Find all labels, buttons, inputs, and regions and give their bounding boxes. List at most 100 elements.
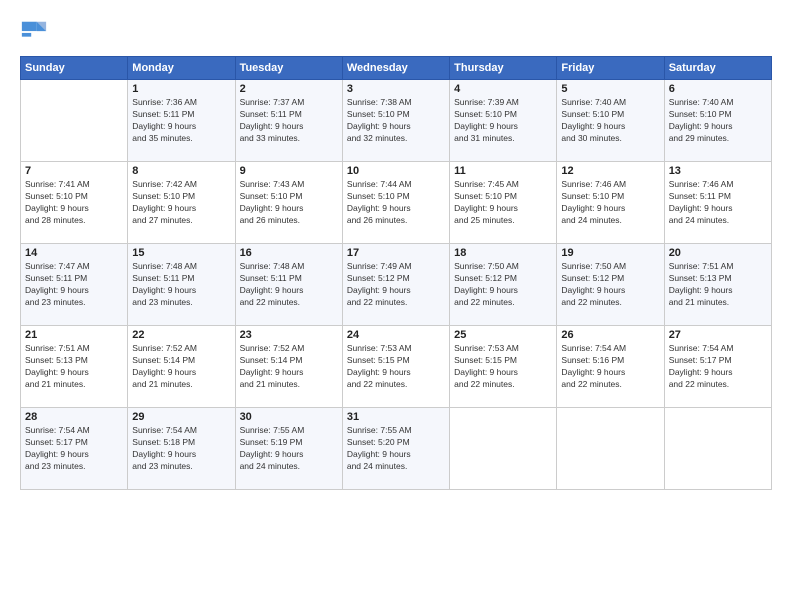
weekday-header-saturday: Saturday — [664, 57, 771, 80]
day-number: 23 — [240, 329, 338, 341]
day-info: Sunrise: 7:36 AM Sunset: 5:11 PM Dayligh… — [132, 97, 230, 145]
day-number: 19 — [561, 247, 659, 259]
calendar-cell: 26Sunrise: 7:54 AM Sunset: 5:16 PM Dayli… — [557, 326, 664, 408]
calendar-cell: 27 Sunrise: 7:54 AM Sunset: 5:17 PM Dayli… — [664, 326, 771, 408]
day-info: Sunrise: 7:48 AM Sunset: 5:11 PM Dayligh… — [132, 261, 230, 309]
day-number: 12 — [561, 165, 659, 177]
day-info: Sunrise: 7:51 AM Sunset: 5:13 PM Dayligh… — [25, 343, 123, 391]
day-number: 16 — [240, 247, 338, 259]
day-info: Sunrise: 7:45 AM Sunset: 5:10 PM Dayligh… — [454, 179, 552, 227]
day-info: Sunrise: 7:54 AM Sunset: 5:18 PM Dayligh… — [132, 425, 230, 473]
calendar-cell: 29 Sunrise: 7:54 AM Sunset: 5:18 PM Dayli… — [128, 408, 235, 490]
calendar-week-1: 7 Sunrise: 7:41 AM Sunset: 5:10 PM Daylig… — [21, 162, 772, 244]
day-number: 7 — [25, 165, 123, 177]
day-info: Sunrise: 7:48 AM Sunset: 5:11 PM Dayligh… — [240, 261, 338, 309]
weekday-header-monday: Monday — [128, 57, 235, 80]
day-info: Sunrise: 7:55 AM Sunset: 5:19 PM Dayligh… — [240, 425, 338, 473]
day-info: Sunrise: 7:53 AM Sunset: 5:15 PM Dayligh… — [347, 343, 445, 391]
day-info: Sunrise: 7:46 AM Sunset: 5:11 PM Dayligh… — [669, 179, 767, 227]
day-number: 31 — [347, 411, 445, 423]
calendar-cell — [21, 80, 128, 162]
day-info: Sunrise: 7:54 AM Sunset: 5:16 PM Dayligh… — [561, 343, 659, 391]
calendar-cell: 4Sunrise: 7:39 AM Sunset: 5:10 PM Daylig… — [450, 80, 557, 162]
calendar-cell: 2 Sunrise: 7:37 AM Sunset: 5:11 PM Daylig… — [235, 80, 342, 162]
weekday-header-sunday: Sunday — [21, 57, 128, 80]
day-info: Sunrise: 7:38 AM Sunset: 5:10 PM Dayligh… — [347, 97, 445, 145]
calendar-cell: 21 Sunrise: 7:51 AM Sunset: 5:13 PM Dayli… — [21, 326, 128, 408]
calendar-cell: 25Sunrise: 7:53 AM Sunset: 5:15 PM Dayli… — [450, 326, 557, 408]
calendar-cell: 12 Sunrise: 7:46 AM Sunset: 5:10 PM Dayli… — [557, 162, 664, 244]
day-info: Sunrise: 7:49 AM Sunset: 5:12 PM Dayligh… — [347, 261, 445, 309]
calendar-cell: 23 Sunrise: 7:52 AM Sunset: 5:14 PM Dayli… — [235, 326, 342, 408]
calendar-cell: 10 Sunrise: 7:44 AM Sunset: 5:10 PM Dayli… — [342, 162, 449, 244]
calendar-body: 1 Sunrise: 7:36 AM Sunset: 5:11 PM Daylig… — [21, 80, 772, 490]
day-number: 5 — [561, 83, 659, 95]
day-number: 18 — [454, 247, 552, 259]
weekday-header-tuesday: Tuesday — [235, 57, 342, 80]
day-info: Sunrise: 7:51 AM Sunset: 5:13 PM Dayligh… — [669, 261, 767, 309]
calendar-cell: 17Sunrise: 7:49 AM Sunset: 5:12 PM Dayli… — [342, 244, 449, 326]
day-number: 27 — [669, 329, 767, 341]
calendar-cell: 15 Sunrise: 7:48 AM Sunset: 5:11 PM Dayli… — [128, 244, 235, 326]
calendar-cell: 22 Sunrise: 7:52 AM Sunset: 5:14 PM Dayli… — [128, 326, 235, 408]
day-info: Sunrise: 7:41 AM Sunset: 5:10 PM Dayligh… — [25, 179, 123, 227]
logo — [20, 18, 52, 46]
day-number: 15 — [132, 247, 230, 259]
day-number: 4 — [454, 83, 552, 95]
weekday-header-friday: Friday — [557, 57, 664, 80]
weekday-row: SundayMondayTuesdayWednesdayThursdayFrid… — [21, 57, 772, 80]
calendar-cell: 3Sunrise: 7:38 AM Sunset: 5:10 PM Daylig… — [342, 80, 449, 162]
calendar-cell: 20Sunrise: 7:51 AM Sunset: 5:13 PM Dayli… — [664, 244, 771, 326]
day-info: Sunrise: 7:54 AM Sunset: 5:17 PM Dayligh… — [25, 425, 123, 473]
day-info: Sunrise: 7:40 AM Sunset: 5:10 PM Dayligh… — [561, 97, 659, 145]
calendar-cell: 6Sunrise: 7:40 AM Sunset: 5:10 PM Daylig… — [664, 80, 771, 162]
calendar-cell: 7 Sunrise: 7:41 AM Sunset: 5:10 PM Daylig… — [21, 162, 128, 244]
calendar-week-0: 1 Sunrise: 7:36 AM Sunset: 5:11 PM Daylig… — [21, 80, 772, 162]
calendar-week-4: 28 Sunrise: 7:54 AM Sunset: 5:17 PM Dayli… — [21, 408, 772, 490]
calendar-cell — [450, 408, 557, 490]
calendar-cell: 30 Sunrise: 7:55 AM Sunset: 5:19 PM Dayli… — [235, 408, 342, 490]
day-info: Sunrise: 7:47 AM Sunset: 5:11 PM Dayligh… — [25, 261, 123, 309]
day-info: Sunrise: 7:40 AM Sunset: 5:10 PM Dayligh… — [669, 97, 767, 145]
day-info: Sunrise: 7:50 AM Sunset: 5:12 PM Dayligh… — [454, 261, 552, 309]
calendar-cell: 19 Sunrise: 7:50 AM Sunset: 5:12 PM Dayli… — [557, 244, 664, 326]
day-number: 30 — [240, 411, 338, 423]
page: SundayMondayTuesdayWednesdayThursdayFrid… — [0, 0, 792, 612]
calendar-cell: 24 Sunrise: 7:53 AM Sunset: 5:15 PM Dayli… — [342, 326, 449, 408]
day-info: Sunrise: 7:46 AM Sunset: 5:10 PM Dayligh… — [561, 179, 659, 227]
day-info: Sunrise: 7:52 AM Sunset: 5:14 PM Dayligh… — [240, 343, 338, 391]
calendar-cell: 18 Sunrise: 7:50 AM Sunset: 5:12 PM Dayli… — [450, 244, 557, 326]
day-number: 21 — [25, 329, 123, 341]
day-number: 9 — [240, 165, 338, 177]
logo-icon — [20, 18, 48, 46]
day-number: 11 — [454, 165, 552, 177]
calendar-cell: 28 Sunrise: 7:54 AM Sunset: 5:17 PM Dayli… — [21, 408, 128, 490]
calendar-cell: 9Sunrise: 7:43 AM Sunset: 5:10 PM Daylig… — [235, 162, 342, 244]
day-info: Sunrise: 7:44 AM Sunset: 5:10 PM Dayligh… — [347, 179, 445, 227]
calendar-cell: 5 Sunrise: 7:40 AM Sunset: 5:10 PM Daylig… — [557, 80, 664, 162]
calendar-cell: 31 Sunrise: 7:55 AM Sunset: 5:20 PM Dayli… — [342, 408, 449, 490]
day-number: 28 — [25, 411, 123, 423]
day-number: 10 — [347, 165, 445, 177]
day-number: 29 — [132, 411, 230, 423]
calendar-week-2: 14Sunrise: 7:47 AM Sunset: 5:11 PM Dayli… — [21, 244, 772, 326]
calendar-week-3: 21 Sunrise: 7:51 AM Sunset: 5:13 PM Dayli… — [21, 326, 772, 408]
day-number: 8 — [132, 165, 230, 177]
day-info: Sunrise: 7:54 AM Sunset: 5:17 PM Dayligh… — [669, 343, 767, 391]
day-info: Sunrise: 7:52 AM Sunset: 5:14 PM Dayligh… — [132, 343, 230, 391]
header — [20, 18, 772, 46]
day-info: Sunrise: 7:42 AM Sunset: 5:10 PM Dayligh… — [132, 179, 230, 227]
calendar-cell: 11 Sunrise: 7:45 AM Sunset: 5:10 PM Dayli… — [450, 162, 557, 244]
day-number: 22 — [132, 329, 230, 341]
day-info: Sunrise: 7:55 AM Sunset: 5:20 PM Dayligh… — [347, 425, 445, 473]
calendar-cell: 13Sunrise: 7:46 AM Sunset: 5:11 PM Dayli… — [664, 162, 771, 244]
day-number: 25 — [454, 329, 552, 341]
calendar-cell — [557, 408, 664, 490]
calendar-cell: 16 Sunrise: 7:48 AM Sunset: 5:11 PM Dayli… — [235, 244, 342, 326]
day-number: 24 — [347, 329, 445, 341]
weekday-header-thursday: Thursday — [450, 57, 557, 80]
day-info: Sunrise: 7:50 AM Sunset: 5:12 PM Dayligh… — [561, 261, 659, 309]
day-number: 2 — [240, 83, 338, 95]
day-number: 1 — [132, 83, 230, 95]
day-info: Sunrise: 7:37 AM Sunset: 5:11 PM Dayligh… — [240, 97, 338, 145]
